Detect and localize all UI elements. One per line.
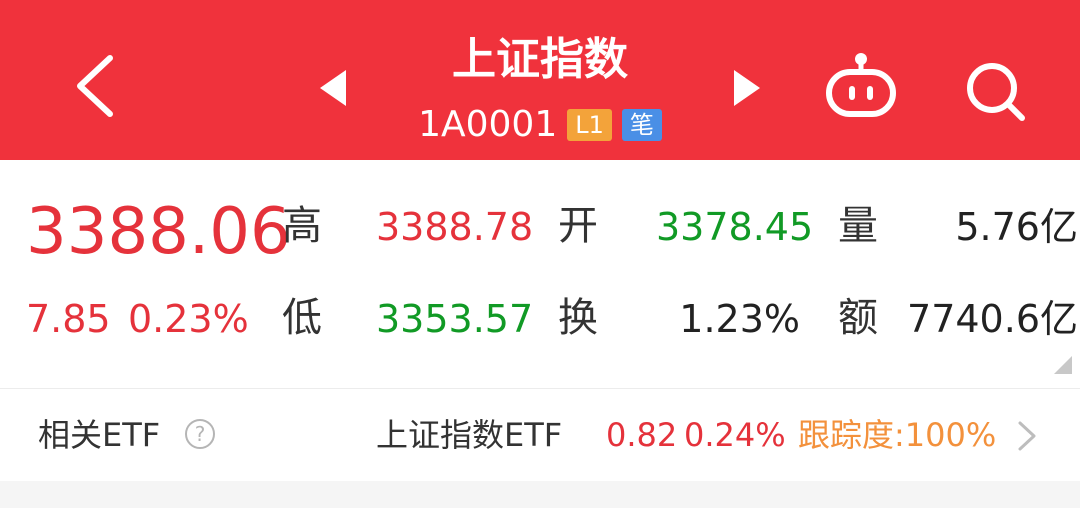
high-value: 3388.78 bbox=[376, 205, 534, 249]
turnover-value: 1.23% bbox=[679, 297, 800, 341]
high-label: 高 bbox=[282, 203, 322, 249]
turnover-label: 换 bbox=[558, 295, 598, 341]
open-label: 开 bbox=[558, 203, 598, 249]
low-label: 低 bbox=[282, 295, 322, 341]
robot-icon[interactable] bbox=[824, 50, 898, 118]
amount-value: 7740.6亿 bbox=[907, 297, 1078, 341]
related-etf-row[interactable]: 相关ETF ? 上证指数ETF 0.82 0.24% 跟踪度:100% bbox=[0, 389, 1080, 481]
help-icon[interactable]: ? bbox=[185, 419, 215, 449]
etf-price: 0.82 bbox=[606, 416, 678, 454]
related-etf-label: 相关ETF bbox=[38, 416, 161, 454]
volume-value: 5.76亿 bbox=[955, 205, 1078, 249]
etf-change-percent: 0.24% bbox=[684, 416, 786, 454]
chevron-left-icon[interactable] bbox=[72, 54, 116, 118]
quote-panel: 3388.06 7.85 0.23% 高 3388.78 开 3378.45 量… bbox=[0, 160, 1080, 388]
change-value: 7.85 bbox=[26, 297, 111, 341]
etf-name[interactable]: 上证指数ETF bbox=[376, 417, 562, 453]
header-bar: 上证指数 1A0001 L1 笔 bbox=[0, 0, 1080, 160]
level-badge[interactable]: L1 bbox=[567, 109, 612, 141]
chevron-right-icon[interactable] bbox=[1016, 420, 1038, 452]
tick-badge[interactable]: 笔 bbox=[621, 109, 662, 141]
bottom-separator bbox=[0, 481, 1080, 508]
triangle-right-icon[interactable] bbox=[734, 70, 760, 106]
security-code-row: 1A0001 L1 笔 bbox=[340, 100, 740, 150]
search-icon[interactable] bbox=[964, 60, 1028, 124]
expand-corner-icon[interactable] bbox=[1054, 356, 1072, 374]
security-code: 1A0001 bbox=[418, 104, 558, 145]
last-price: 3388.06 bbox=[26, 195, 291, 269]
amount-label: 额 bbox=[838, 295, 878, 341]
volume-label: 量 bbox=[838, 203, 878, 249]
open-value: 3378.45 bbox=[656, 205, 814, 249]
page-title: 上证指数 bbox=[452, 34, 628, 85]
change-percent: 0.23% bbox=[128, 297, 249, 341]
low-value: 3353.57 bbox=[376, 297, 534, 341]
etf-tracking: 跟踪度:100% bbox=[798, 416, 997, 454]
